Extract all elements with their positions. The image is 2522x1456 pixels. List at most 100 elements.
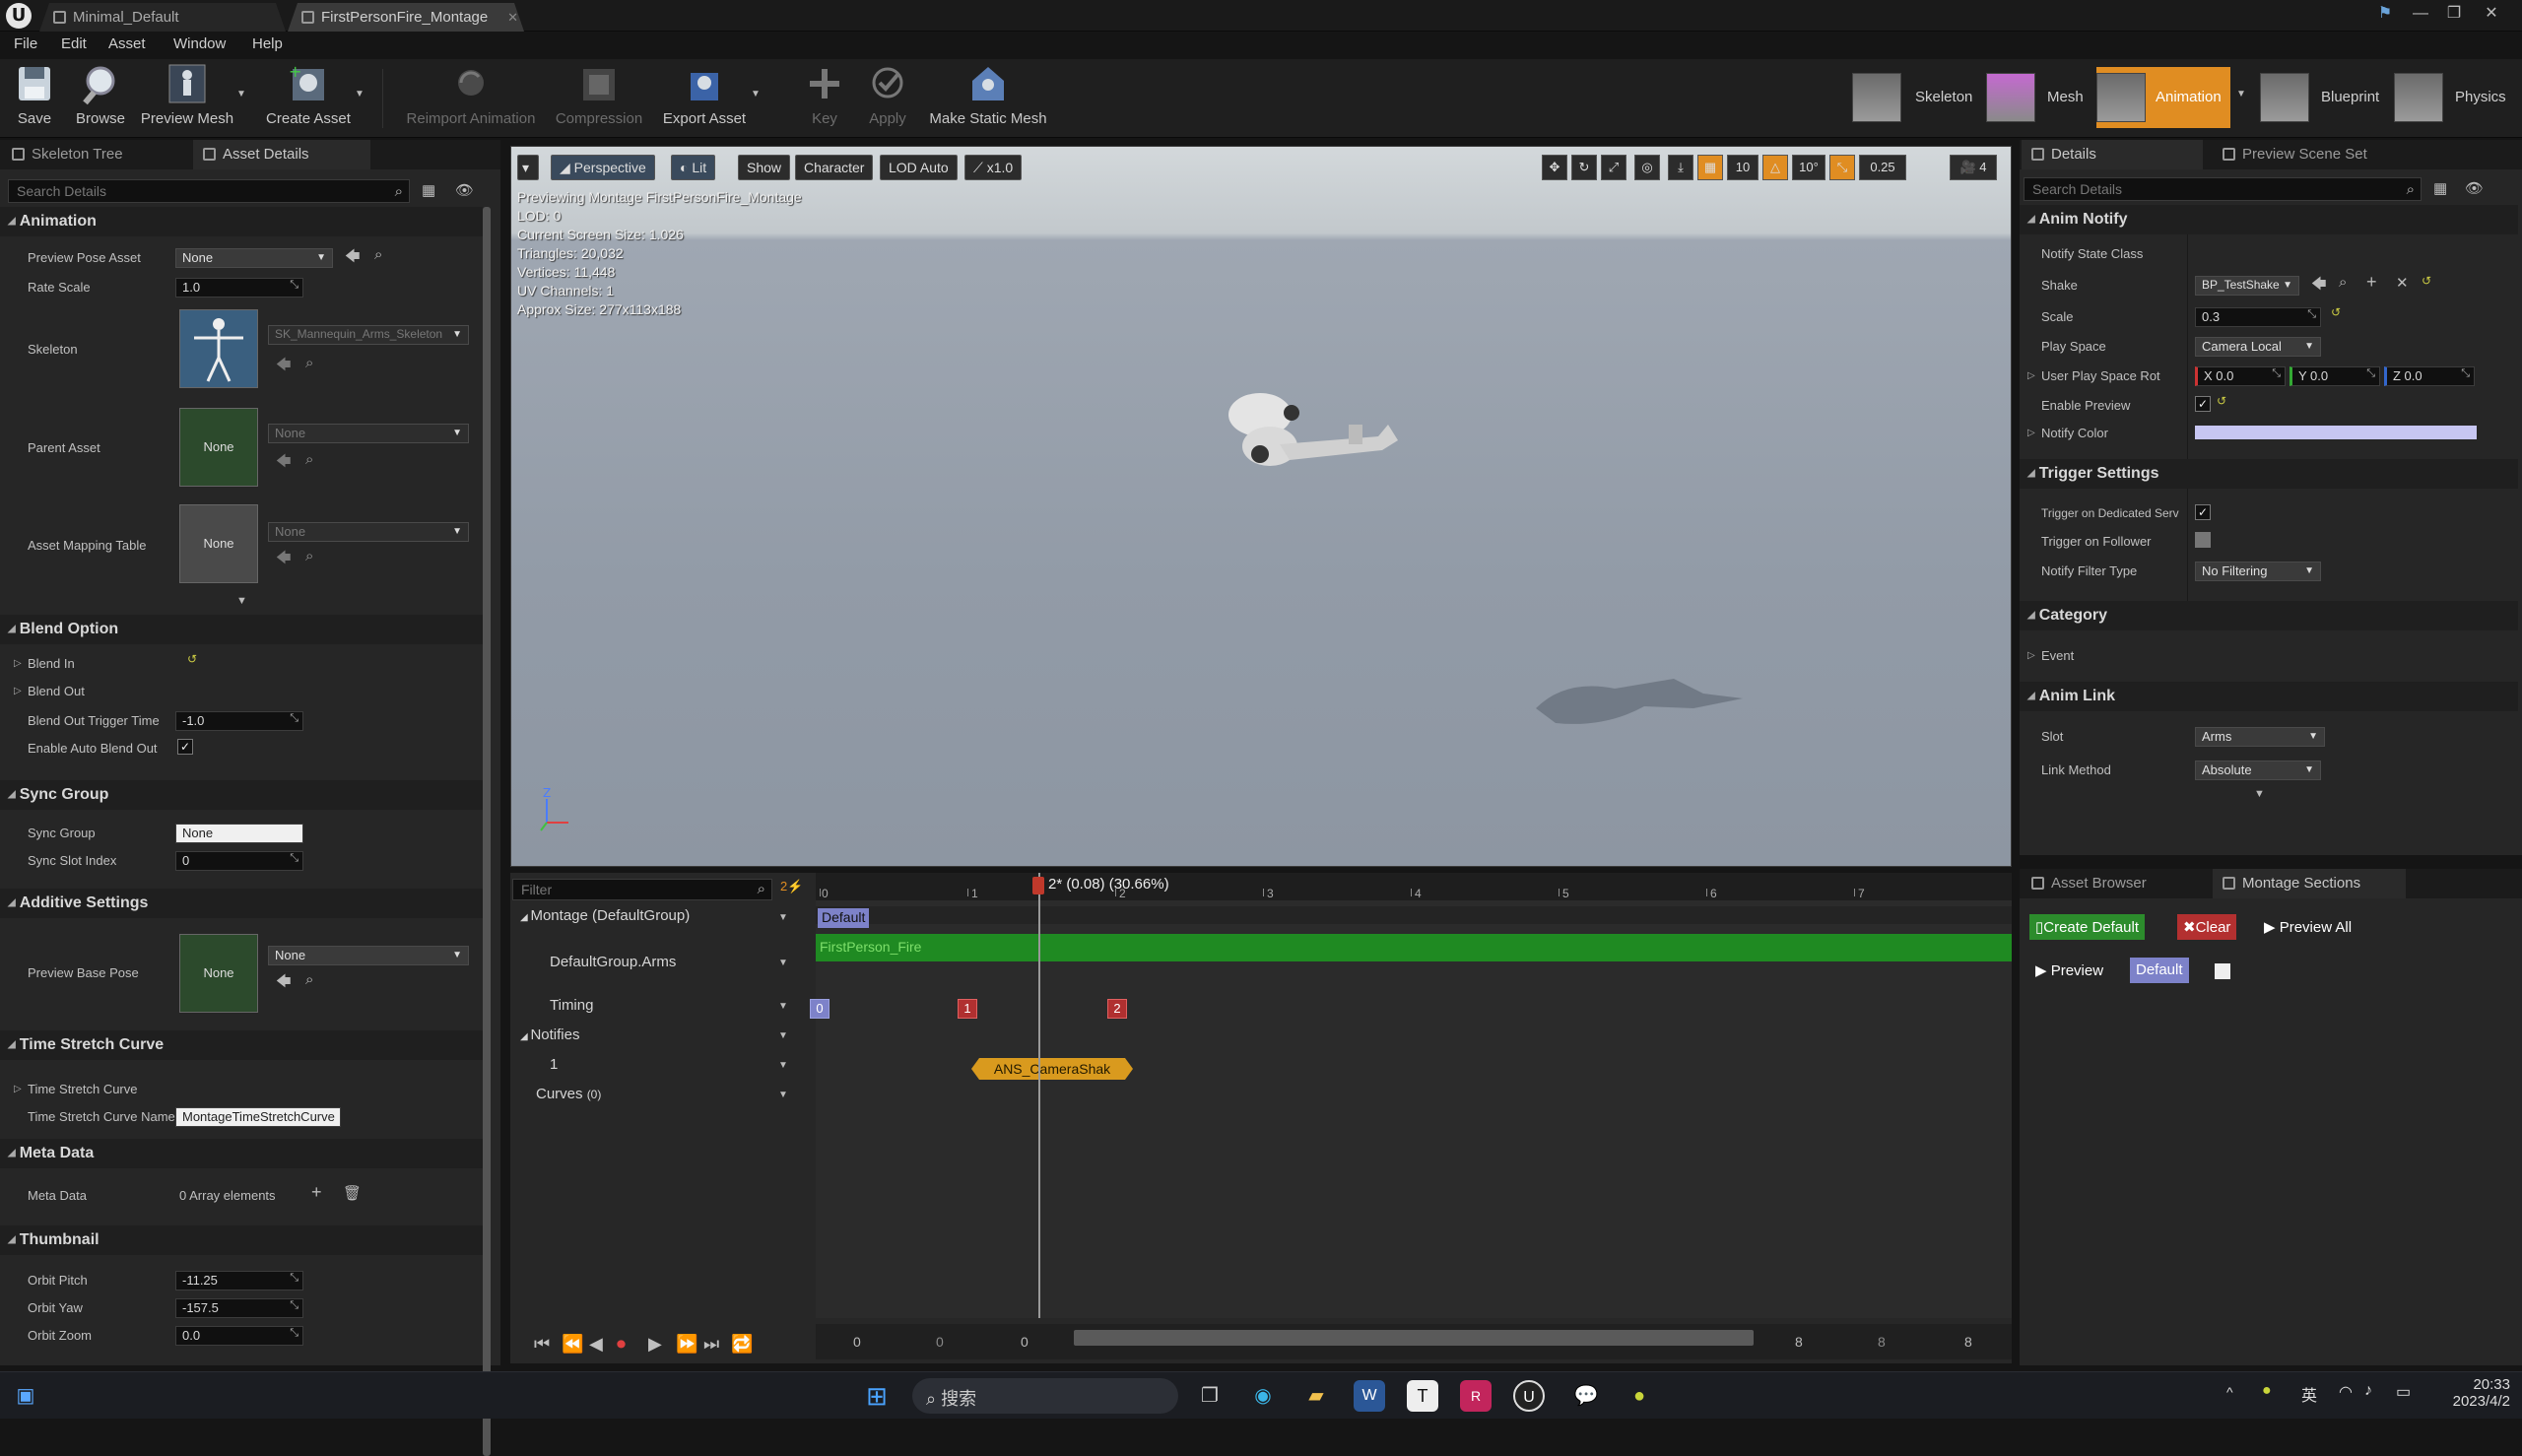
play-speed-button[interactable]: ⟋ x1.0 xyxy=(964,155,1023,180)
close-window-button[interactable]: ✕ xyxy=(2479,2,2504,26)
play-reverse-icon[interactable]: ◀ xyxy=(589,1334,603,1355)
category-additive-settings[interactable]: Additive Settings xyxy=(8,894,149,912)
category-trigger-settings[interactable]: Trigger Settings xyxy=(2027,465,2159,483)
menu-file[interactable]: File xyxy=(14,35,37,52)
angle-snap-value[interactable]: 10° xyxy=(1792,155,1825,180)
expand-arrow-icon[interactable]: ▷ xyxy=(14,658,22,669)
translate-icon[interactable]: ✥ xyxy=(1542,155,1567,180)
browse-search-icon[interactable]: ⌕ xyxy=(305,548,313,564)
notify-color-swatch[interactable] xyxy=(2195,426,2477,439)
mode-skeleton[interactable]: Skeleton xyxy=(1852,67,1976,128)
slot-combo[interactable]: Arms xyxy=(2195,727,2325,747)
viewport-options-button[interactable]: ▾ xyxy=(517,155,539,180)
category-blend-option[interactable]: Blend Option xyxy=(8,621,118,638)
record-icon[interactable]: ⏺ xyxy=(617,1334,626,1355)
tab-skeleton-tree[interactable]: Skeleton Tree xyxy=(2,140,187,169)
task-view-icon[interactable]: ❐ xyxy=(1194,1380,1226,1412)
chevron-down-icon[interactable]: ▼ xyxy=(355,89,365,99)
browse-search-icon[interactable]: ⌕ xyxy=(305,451,313,468)
rot-z-field[interactable]: Z 0.0 ⤡ xyxy=(2384,366,2475,386)
trigger-follower-checkbox[interactable] xyxy=(2195,532,2211,548)
sync-group-field[interactable]: None xyxy=(175,824,303,843)
coordinate-system-icon[interactable]: ◎ xyxy=(1634,155,1660,180)
wifi-icon[interactable]: ◠ xyxy=(2339,1382,2353,1402)
volume-icon[interactable]: ♪ xyxy=(2364,1382,2372,1400)
timing-marker-2[interactable]: 2 xyxy=(1107,999,1127,1019)
section-loop-checkbox[interactable] xyxy=(2215,963,2230,979)
scale-snap-icon[interactable]: ⤡ xyxy=(1829,155,1855,180)
surface-snap-icon[interactable]: ⤓ xyxy=(1668,155,1693,180)
time-stretch-curve-name-field[interactable]: MontageTimeStretchCurve xyxy=(175,1107,341,1127)
rot-y-field[interactable]: Y 0.0 ⤡ xyxy=(2290,366,2380,386)
battery-icon[interactable]: ▭ xyxy=(2396,1382,2411,1402)
browse-search-icon[interactable]: ⌕ xyxy=(2339,274,2347,291)
use-selected-arrow-icon[interactable]: 🡄 xyxy=(276,355,292,379)
windows-start-icon[interactable]: ⊞ xyxy=(861,1380,893,1412)
expand-arrow-icon[interactable]: ▷ xyxy=(2027,428,2035,438)
track-notify-1[interactable]: 1 xyxy=(550,1056,558,1073)
character-button[interactable]: Character xyxy=(795,155,874,180)
category-sync-group[interactable]: Sync Group xyxy=(8,786,109,804)
track-area[interactable]: 0 1 2 3 4 5 6 7 Default FirstPerson_Fire… xyxy=(810,873,2012,1318)
perspective-button[interactable]: ◢ Perspective xyxy=(551,155,655,180)
export-asset-button[interactable]: Export Asset xyxy=(660,63,749,134)
category-anim-notify[interactable]: Anim Notify xyxy=(2027,211,2128,229)
track-defaultgroup-arms[interactable]: DefaultGroup.Arms xyxy=(550,954,676,970)
mode-mesh[interactable]: Mesh xyxy=(1986,67,2089,128)
angle-snap-icon[interactable]: △ xyxy=(1762,155,1788,180)
compression-button[interactable]: Compression xyxy=(552,63,646,134)
link-method-combo[interactable]: Absolute xyxy=(2195,761,2321,780)
lod-auto-button[interactable]: LOD Auto xyxy=(880,155,958,180)
rot-x-field[interactable]: X 0.0 ⤡ xyxy=(2195,366,2286,386)
expand-advanced-icon[interactable]: ▼ xyxy=(236,595,247,607)
clock[interactable]: 20:33 2023/4/2 xyxy=(2441,1376,2510,1410)
menu-asset[interactable]: Asset xyxy=(108,35,146,52)
tab-asset-details[interactable]: Asset Details xyxy=(193,140,370,169)
use-selected-arrow-icon[interactable]: 🡄 xyxy=(276,548,292,572)
track-options-icon[interactable]: ▼ xyxy=(778,1060,788,1071)
to-start-icon[interactable]: ⏮ xyxy=(534,1334,550,1355)
reset-arrow-icon[interactable]: ↺ xyxy=(2331,305,2341,319)
event-label[interactable]: Event xyxy=(2041,648,2074,663)
grid-snap-icon[interactable]: ▦ xyxy=(1697,155,1723,180)
playhead-handle[interactable] xyxy=(1032,877,1044,894)
close-tab-icon[interactable]: ✕ xyxy=(507,3,518,32)
reimport-animation-button[interactable]: Reimport Animation xyxy=(402,63,540,134)
trigger-dedicated-checkbox[interactable]: ✓ xyxy=(2195,504,2211,520)
play-icon[interactable]: ▶ xyxy=(648,1334,662,1355)
skeleton-combo[interactable]: SK_Mannequin_Arms_Skeleton xyxy=(268,325,469,345)
time-stretch-curve-label[interactable]: Time Stretch Curve xyxy=(28,1082,138,1096)
enable-preview-checkbox[interactable]: ✓ xyxy=(2195,396,2211,412)
browse-search-icon[interactable]: ⌕ xyxy=(305,971,313,988)
notify-state-camerashake[interactable]: ANS_CameraShak xyxy=(971,1058,1133,1080)
chevron-down-icon[interactable]: ▼ xyxy=(236,89,246,99)
tab-preview-scene-set[interactable]: Preview Scene Set xyxy=(2213,140,2410,169)
track-curves[interactable]: Curves (0) xyxy=(536,1086,601,1102)
clear-button[interactable]: ✖Clear xyxy=(2177,914,2237,940)
track-options-icon[interactable]: ▼ xyxy=(778,1090,788,1100)
details-scrollbar[interactable] xyxy=(483,207,491,1456)
track-options-icon[interactable]: ▼ xyxy=(778,1001,788,1012)
expand-arrow-icon[interactable]: ▷ xyxy=(2027,370,2035,381)
track-options-icon[interactable]: ▼ xyxy=(778,912,788,923)
scale-snap-value[interactable]: 0.25 xyxy=(1859,155,1906,180)
chevron-down-icon[interactable]: ▼ xyxy=(751,89,761,99)
tab-details[interactable]: Details xyxy=(2022,140,2203,169)
time-snap-icon[interactable]: 2⚡ xyxy=(780,879,803,894)
track-timing[interactable]: Timing xyxy=(550,997,593,1014)
blend-out-trigger-time-field[interactable]: -1.0 ⤡ xyxy=(175,711,303,731)
category-animation[interactable]: Animation xyxy=(8,213,97,231)
browse-button[interactable]: Browse xyxy=(71,63,130,134)
mode-blueprint[interactable]: Blueprint xyxy=(2260,67,2384,128)
save-button[interactable]: Save xyxy=(10,63,59,134)
create-default-button[interactable]: ▯Create Default xyxy=(2029,914,2145,940)
range-end-value[interactable]: 8 xyxy=(1964,1334,1972,1350)
preview-mesh-button[interactable]: Preview Mesh xyxy=(140,63,234,134)
orbit-zoom-field[interactable]: 0.0 ⤡ xyxy=(175,1326,303,1346)
play-space-combo[interactable]: Camera Local xyxy=(2195,337,2321,357)
chevron-down-icon[interactable]: ▼ xyxy=(2236,89,2246,99)
mode-physics[interactable]: Physics xyxy=(2394,67,2518,128)
montage-segment-firstperson-fire[interactable]: FirstPerson_Fire xyxy=(816,934,2012,961)
grid-size-value[interactable]: 10 xyxy=(1727,155,1759,180)
blend-in-label[interactable]: Blend In xyxy=(28,656,75,671)
